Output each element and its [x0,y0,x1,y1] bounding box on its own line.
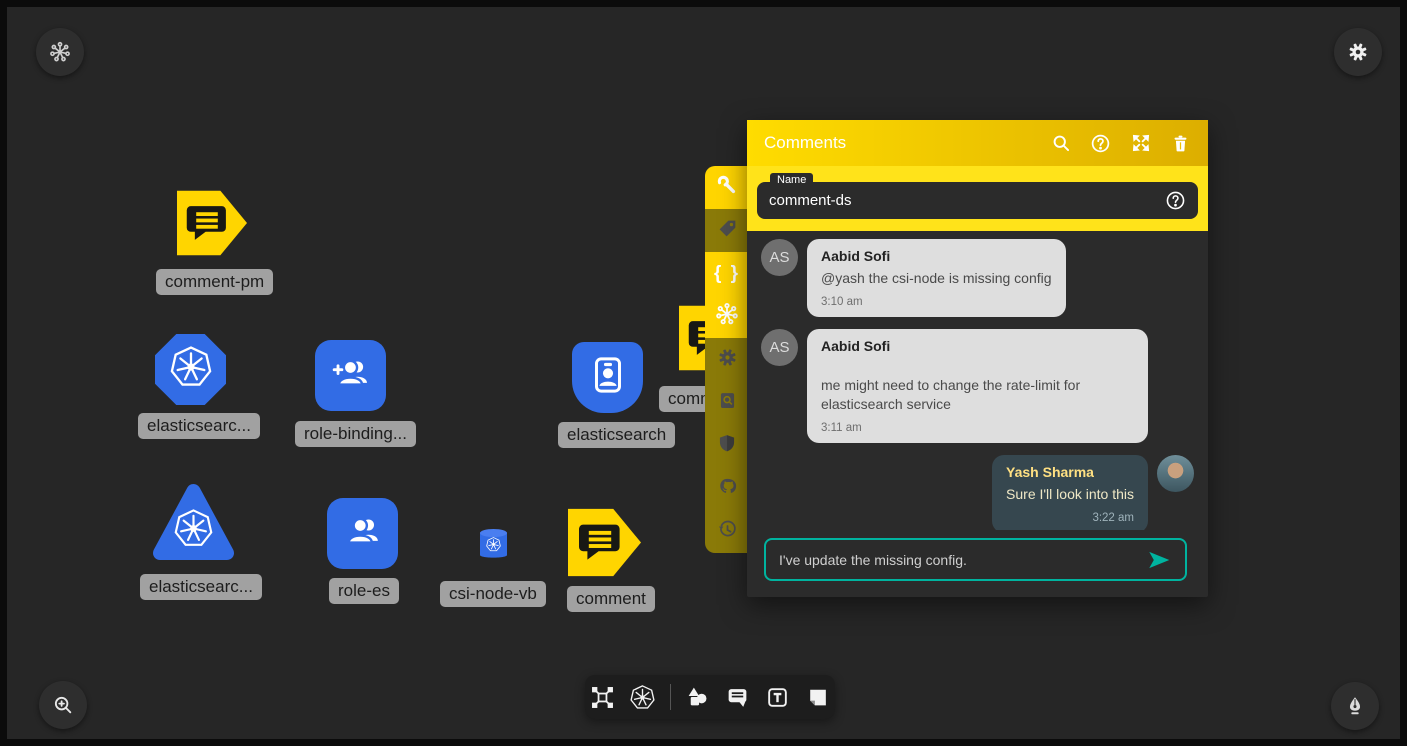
node-label[interactable]: comment [567,586,655,612]
message-time: 3:10 am [821,296,1052,310]
users-icon [341,509,385,558]
field-help-icon[interactable] [1165,190,1186,211]
node-name-section: Name [747,166,1208,231]
avatar: AS [761,239,798,276]
message-author: Aabid Sofi [821,338,1134,354]
text-button[interactable] [765,684,791,710]
settings-tool-button[interactable] [705,338,749,381]
node-elasticsearch-octagon[interactable] [155,334,226,405]
node-comment[interactable] [568,506,641,579]
comment-compose-area [747,530,1208,597]
node-label[interactable]: elasticsearc... [140,574,262,600]
shapes-button[interactable] [685,684,711,710]
panel-title: Comments [764,133,846,153]
message-time: 3:11 am [821,422,1134,436]
zoom-button[interactable] [39,681,87,729]
zoom-in-icon [52,694,74,716]
tag-icon [717,218,738,244]
comment-shape-icon [572,512,638,573]
comments-panel-header[interactable]: Comments [747,120,1208,166]
comment-input-box[interactable] [764,538,1187,581]
doc-search-icon [717,390,738,416]
note-button[interactable] [805,684,831,710]
history-tool-button[interactable] [705,510,749,553]
expand-icon[interactable] [1130,133,1151,154]
comments-panel: Comments Name AS Aabid Sofi @yash the cs… [747,120,1208,597]
gear-icon [717,347,738,373]
design-tool-button[interactable] [590,684,616,710]
yash-avatar-photo [1157,455,1194,492]
comment-input[interactable] [779,552,1146,568]
service-account-badge-icon [585,352,631,403]
braces-icon: { } [714,263,740,285]
toolbar-divider [670,684,671,710]
node-action-toolbar: { } [705,166,749,553]
kubernetes-tool-button[interactable] [705,295,749,338]
message-time: 3:22 am [1006,512,1134,526]
node-csi-node-vb[interactable] [475,526,512,562]
node-label[interactable]: role-binding... [295,421,416,447]
kubernetes-wheel-icon [170,346,212,393]
json-tool-button[interactable]: { } [705,252,749,295]
node-role-binding[interactable] [315,340,386,411]
message-text: @yash the csi-node is missing config [821,269,1052,288]
tag-tool-button[interactable] [705,209,749,252]
gear-icon [1347,41,1369,63]
node-elasticsearch-triangle[interactable] [151,483,236,565]
node-label[interactable]: comment-pm [156,269,273,295]
canvas-dock-toolbar [585,675,835,719]
design-canvas[interactable]: comment-pm elasticsearc... role-binding.… [7,7,1400,739]
comment-button[interactable] [725,684,751,710]
message-bubble: Yash Sharma Sure I'll look into this 3:2… [992,455,1148,530]
kubernetes-wheel-icon [174,509,213,553]
node-label[interactable]: elasticsearch [558,422,675,448]
kubernetes-flake-icon [715,302,739,331]
comment-shape-icon [180,194,244,253]
github-icon [717,476,738,502]
kubernetes-button[interactable] [630,684,656,710]
delete-icon[interactable] [1170,133,1191,154]
app-logo-button[interactable] [36,28,84,76]
storage-cylinder-icon [475,549,512,566]
help-icon[interactable] [1090,133,1111,154]
message-author: Yash Sharma [1006,464,1134,480]
name-field-label: Name [770,173,813,187]
node-label[interactable]: csi-node-vb [440,581,546,607]
send-icon[interactable] [1146,547,1172,573]
settings-button[interactable] [1334,28,1382,76]
pen-nib-icon [1344,695,1366,717]
message-row: AS Aabid Sofi me might need to change th… [761,329,1194,443]
message-text: Sure I'll look into this [1006,485,1134,504]
shield-icon [717,433,737,458]
node-role-es[interactable] [327,498,398,569]
flower-logo-icon [49,41,71,63]
message-row: AS Aabid Sofi @yash the csi-node is miss… [761,239,1194,317]
inspect-manifest-button[interactable] [705,381,749,424]
github-tool-button[interactable] [705,467,749,510]
avatar: AS [761,329,798,366]
add-user-icon [329,351,373,400]
security-tool-button[interactable] [705,424,749,467]
name-input[interactable] [769,192,1165,209]
node-label[interactable]: elasticsearc... [138,413,260,439]
message-bubble: Aabid Sofi @yash the csi-node is missing… [807,239,1066,317]
node-comment-pm[interactable] [177,188,247,258]
comment-thread[interactable]: AS Aabid Sofi @yash the csi-node is miss… [747,231,1208,530]
wrench-icon [716,174,738,201]
pen-tool-button[interactable] [1331,682,1379,730]
message-author: Aabid Sofi [821,248,1052,264]
configure-tool-button[interactable] [705,166,749,209]
message-bubble: Aabid Sofi me might need to change the r… [807,329,1148,443]
history-icon [717,519,738,545]
node-elasticsearch-badge[interactable] [572,342,643,413]
message-text: me might need to change the rate-limit f… [821,376,1121,414]
node-label[interactable]: role-es [329,578,399,604]
name-field[interactable]: Name [757,182,1198,219]
search-icon[interactable] [1050,133,1071,154]
message-row: Yash Sharma Sure I'll look into this 3:2… [761,455,1194,530]
